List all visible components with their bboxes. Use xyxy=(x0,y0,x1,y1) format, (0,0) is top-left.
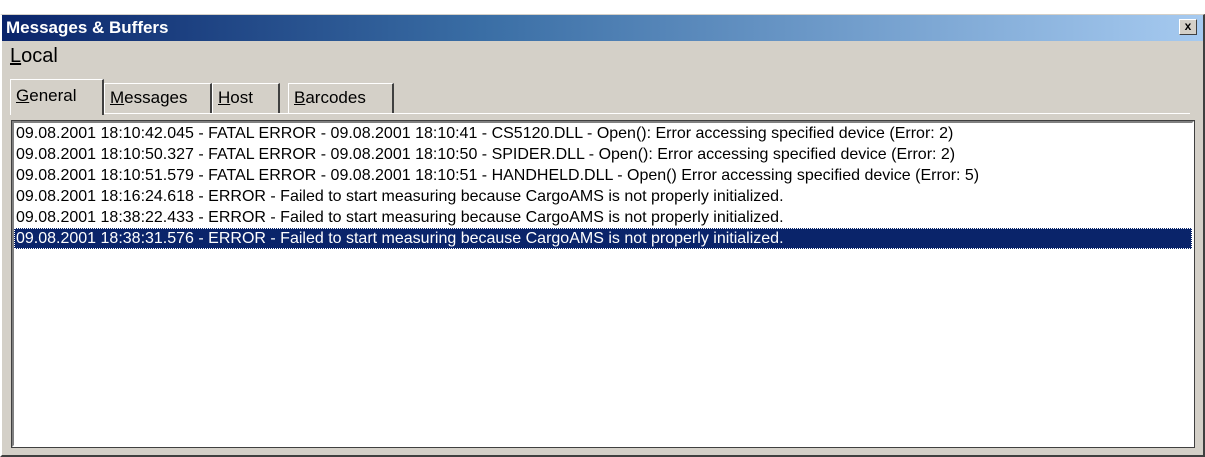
list-item[interactable]: 09.08.2001 18:10:51.579 - FATAL ERROR - … xyxy=(14,165,1192,186)
tab-general-label: eneral xyxy=(29,86,77,105)
menu-item-local-label: ocal xyxy=(21,45,58,67)
list-item[interactable]: 09.08.2001 18:16:24.618 - ERROR - Failed… xyxy=(14,186,1192,207)
menu-bar: Local xyxy=(2,43,1203,71)
tab-barcodes-label: arcodes xyxy=(305,88,366,107)
tab-barcodes-mnemonic: B xyxy=(294,88,306,107)
title-bar[interactable]: Messages & Buffers x xyxy=(2,15,1203,41)
list-item[interactable]: 09.08.2001 18:38:31.576 - ERROR - Failed… xyxy=(14,228,1192,249)
list-item[interactable]: 09.08.2001 18:38:22.433 - ERROR - Failed… xyxy=(14,207,1192,228)
tab-messages-label: essages xyxy=(124,88,188,107)
menu-item-local-mnemonic: L xyxy=(10,45,22,67)
tab-general-mnemonic: G xyxy=(16,86,30,105)
close-button[interactable]: x xyxy=(1179,19,1197,35)
tab-general[interactable]: General xyxy=(10,79,104,115)
tab-host-label: ost xyxy=(230,88,253,107)
list-item[interactable]: 09.08.2001 18:10:42.045 - FATAL ERROR - … xyxy=(14,123,1192,144)
tab-host[interactable]: Host xyxy=(212,83,280,113)
tab-host-mnemonic: H xyxy=(218,88,231,107)
messages-buffers-window: Messages & Buffers x Local General Messa… xyxy=(0,14,1205,457)
tab-messages-mnemonic: M xyxy=(110,88,125,107)
message-list[interactable]: 09.08.2001 18:10:42.045 - FATAL ERROR - … xyxy=(11,120,1195,448)
tab-divider xyxy=(10,113,1190,114)
window-title: Messages & Buffers xyxy=(6,18,169,37)
tab-messages[interactable]: Messages xyxy=(104,83,212,113)
tab-strip: General Messages Host Barcodes xyxy=(10,79,1190,117)
list-item[interactable]: 09.08.2001 18:10:50.327 - FATAL ERROR - … xyxy=(14,144,1192,165)
tab-barcodes[interactable]: Barcodes xyxy=(288,83,394,113)
menu-item-local[interactable]: Local xyxy=(10,45,58,68)
